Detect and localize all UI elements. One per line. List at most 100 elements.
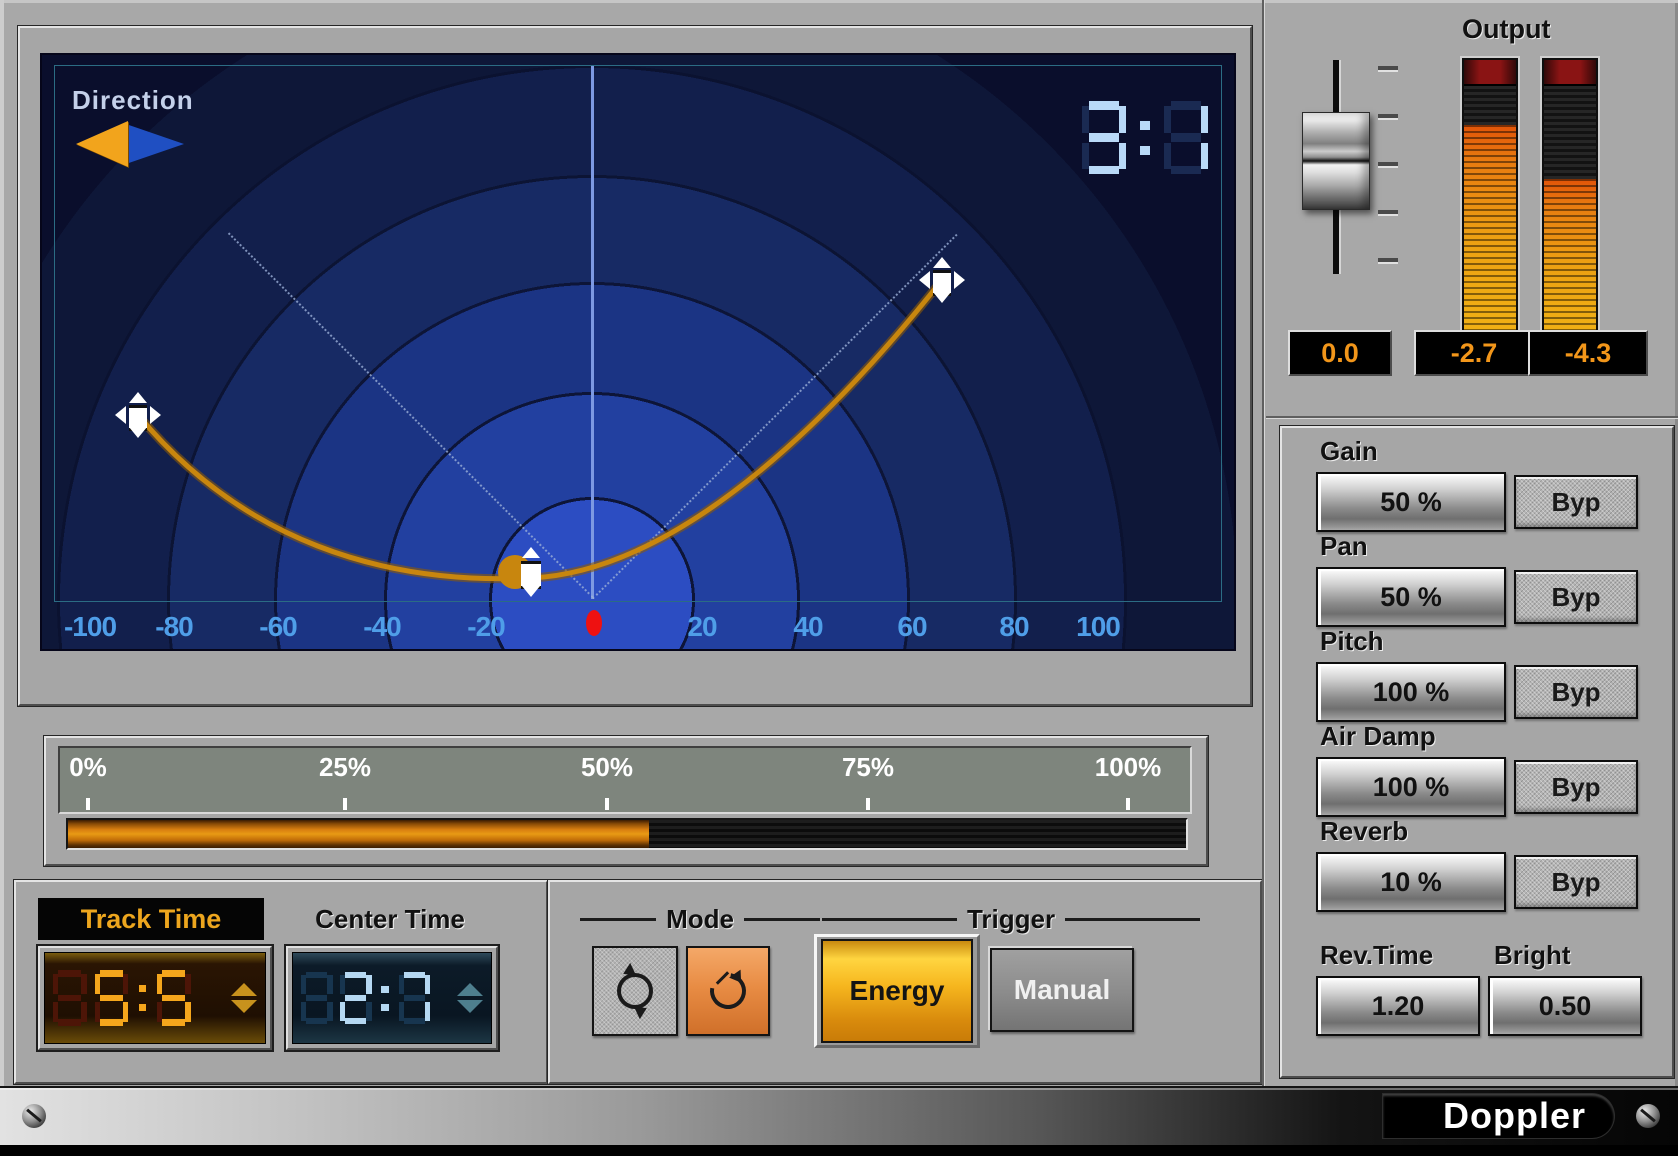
curve-start-handle[interactable] bbox=[115, 392, 161, 438]
mode-single-pass-button[interactable] bbox=[686, 946, 770, 1036]
bright-value-button[interactable]: 0.50 bbox=[1488, 976, 1642, 1036]
output-label: Output bbox=[1462, 14, 1550, 45]
ratio-readout bbox=[1082, 101, 1208, 175]
param-label-airdamp: Air Damp bbox=[1320, 721, 1436, 752]
trigger-energy-label: Energy bbox=[850, 975, 945, 1007]
axis-tick-label: 100 bbox=[1076, 611, 1120, 643]
loop-continuous-icon bbox=[612, 968, 658, 1014]
reverb-bypass-button[interactable]: Byp bbox=[1514, 855, 1638, 909]
parameters-panel: Gain 50 % Byp Pan 50 % Byp Pitch 100 % B… bbox=[1280, 426, 1674, 1078]
track-time-display bbox=[38, 946, 272, 1050]
loop-once-icon bbox=[705, 968, 751, 1014]
fader-tick bbox=[1378, 162, 1398, 166]
plugin-title: Doppler bbox=[1443, 1095, 1586, 1137]
progress-bar[interactable] bbox=[66, 818, 1188, 850]
mode-trigger-panel: Mode Trigger Energy Manual bbox=[548, 880, 1262, 1084]
airdamp-value-button[interactable]: 100 % bbox=[1316, 757, 1506, 817]
progress-scale-tick bbox=[605, 798, 609, 810]
meter-left-value-readout: -2.7 bbox=[1414, 330, 1534, 376]
direction-selector[interactable] bbox=[76, 121, 184, 167]
progress-bar-fill bbox=[68, 820, 649, 848]
reverb-value-button[interactable]: 10 % bbox=[1316, 852, 1506, 912]
mode-continuous-button[interactable] bbox=[592, 946, 678, 1036]
step-up-icon bbox=[231, 983, 257, 996]
screw-icon bbox=[1636, 1104, 1660, 1128]
progress-scale-label: 25% bbox=[319, 752, 371, 783]
panel-divider-vertical bbox=[1262, 0, 1264, 1086]
progress-scale-label: 0% bbox=[69, 752, 107, 783]
param-label-pitch: Pitch bbox=[1320, 626, 1384, 657]
progress-panel: 0% 25% 50% 75% 100% bbox=[44, 736, 1208, 866]
pitch-value-button[interactable]: 100 % bbox=[1316, 662, 1506, 722]
track-time-readout bbox=[53, 970, 191, 1026]
pan-value-button[interactable]: 50 % bbox=[1316, 567, 1506, 627]
axis-tick-label: -80 bbox=[155, 611, 192, 643]
track-time-label: Track Time bbox=[38, 898, 264, 940]
doppler-plugin-window: Direction -100 -80 -60 -40 -20 20 40 60 … bbox=[0, 0, 1678, 1156]
progress-scale-label: 50% bbox=[581, 752, 633, 783]
axis-tick-label: -20 bbox=[467, 611, 504, 643]
plugin-title-pill: Doppler bbox=[1383, 1094, 1614, 1138]
trajectory-curve bbox=[42, 55, 1234, 649]
progress-scale-label: 100% bbox=[1095, 752, 1162, 783]
revtime-value-button[interactable]: 1.20 bbox=[1316, 976, 1480, 1036]
listener-position-marker bbox=[586, 610, 602, 636]
param-label-gain: Gain bbox=[1320, 436, 1378, 467]
progress-scale-tick bbox=[1126, 798, 1130, 810]
fader-tick bbox=[1378, 258, 1398, 262]
screw-icon bbox=[22, 1104, 46, 1128]
track-time-stepper[interactable] bbox=[231, 983, 257, 1013]
fader-tick bbox=[1378, 114, 1398, 118]
curve-mid-handle[interactable] bbox=[520, 545, 542, 599]
fader-value-readout: 0.0 bbox=[1288, 330, 1392, 376]
fader-tick bbox=[1378, 210, 1398, 214]
axis-tick-label: -40 bbox=[363, 611, 400, 643]
trigger-energy-button[interactable]: Energy bbox=[814, 934, 980, 1048]
output-fader-thumb[interactable] bbox=[1302, 112, 1370, 210]
clip-led bbox=[1544, 60, 1596, 86]
trigger-manual-label: Manual bbox=[1014, 974, 1110, 1006]
center-time-display bbox=[286, 946, 498, 1050]
progress-scale-tick bbox=[86, 798, 90, 810]
axis-tick-label: 40 bbox=[793, 611, 822, 643]
curve-end-handle[interactable] bbox=[919, 257, 965, 303]
gain-bypass-button[interactable]: Byp bbox=[1514, 475, 1638, 529]
axis-tick-label: -100 bbox=[64, 611, 116, 643]
time-panel: Track Time Center Time bbox=[14, 880, 548, 1084]
trigger-label: Trigger bbox=[967, 904, 1055, 935]
meter-right-value-readout: -4.3 bbox=[1528, 330, 1648, 376]
progress-scale-label: 75% bbox=[842, 752, 894, 783]
pitch-bypass-button[interactable]: Byp bbox=[1514, 665, 1638, 719]
mode-label: Mode bbox=[666, 904, 734, 935]
param-label-revtime: Rev.Time bbox=[1320, 940, 1433, 971]
output-meter-left bbox=[1462, 58, 1518, 334]
progress-scale-tick bbox=[343, 798, 347, 810]
step-down-icon bbox=[231, 1000, 257, 1013]
radar-display[interactable]: Direction -100 -80 -60 -40 -20 20 40 60 … bbox=[40, 53, 1236, 651]
bottom-title-bar: Doppler bbox=[0, 1086, 1678, 1147]
center-time-label: Center Time bbox=[284, 904, 496, 935]
meter-fill bbox=[1464, 125, 1516, 332]
mode-group-header: Mode bbox=[580, 904, 820, 935]
output-meter-right bbox=[1542, 58, 1598, 334]
pan-bypass-button[interactable]: Byp bbox=[1514, 570, 1638, 624]
progress-scale: 0% 25% 50% 75% 100% bbox=[58, 746, 1192, 814]
center-time-readout bbox=[301, 972, 430, 1025]
direction-left-arrow-icon[interactable] bbox=[76, 121, 128, 167]
center-time-stepper[interactable] bbox=[457, 983, 483, 1013]
axis-tick-label: -60 bbox=[259, 611, 296, 643]
direction-label: Direction bbox=[72, 85, 194, 116]
trigger-group-header: Trigger bbox=[822, 904, 1200, 935]
gain-value-button[interactable]: 50 % bbox=[1316, 472, 1506, 532]
param-label-bright: Bright bbox=[1494, 940, 1571, 971]
clip-led bbox=[1464, 60, 1516, 86]
axis-tick-label: 80 bbox=[999, 611, 1028, 643]
param-label-pan: Pan bbox=[1320, 531, 1368, 562]
fader-tick bbox=[1378, 66, 1398, 70]
axis-tick-label: 20 bbox=[687, 611, 716, 643]
step-up-icon bbox=[457, 983, 483, 996]
trigger-manual-button[interactable]: Manual bbox=[990, 948, 1134, 1032]
direction-right-arrow-icon[interactable] bbox=[126, 124, 184, 164]
airdamp-bypass-button[interactable]: Byp bbox=[1514, 760, 1638, 814]
progress-scale-tick bbox=[866, 798, 870, 810]
